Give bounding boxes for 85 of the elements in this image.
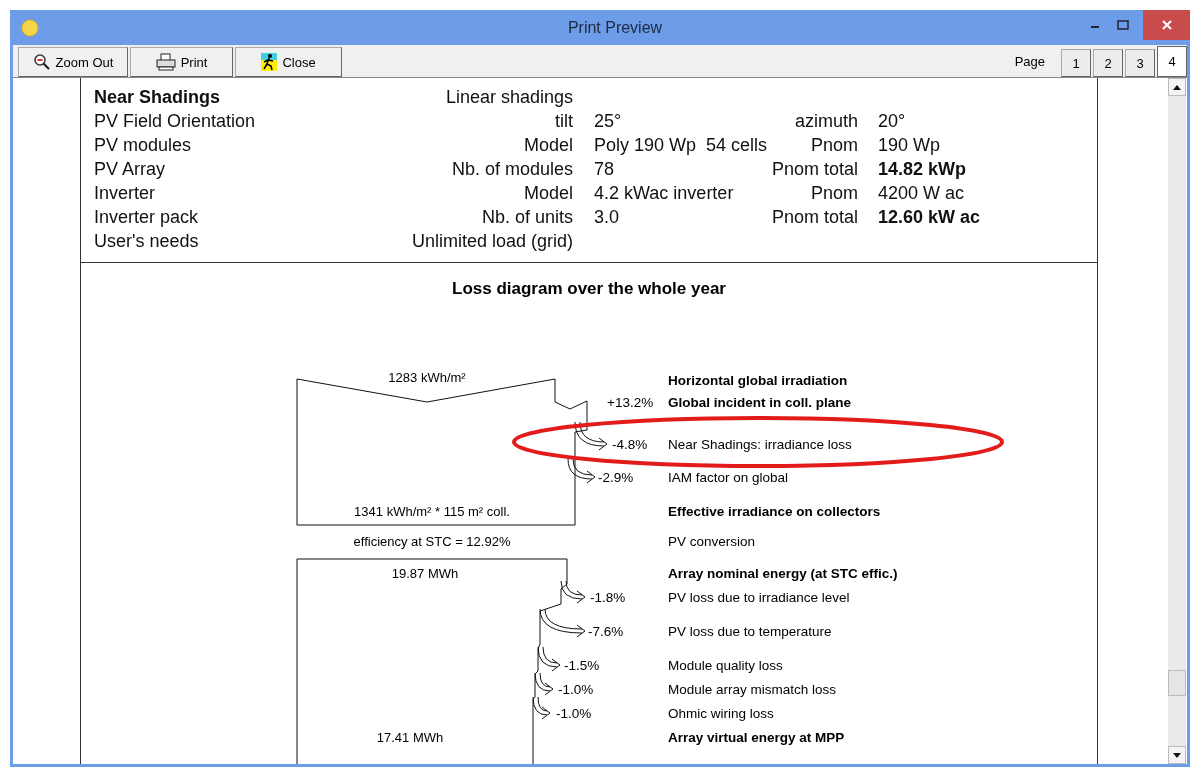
percent-value: -2.9% xyxy=(598,470,634,485)
field-value: 3.0 xyxy=(593,206,621,229)
page-tab[interactable]: 4 xyxy=(1157,46,1187,77)
field-value: 25° xyxy=(593,110,623,133)
flow-value: 1341 kWh/m² * 115 m² coll. xyxy=(354,504,510,519)
field-value: Unlimited load (grid) xyxy=(410,230,573,253)
percent-value: -1.0% xyxy=(556,706,592,721)
flow-value: 17.41 MWh xyxy=(376,730,444,745)
field-value: Poly 190 Wp 54 cells xyxy=(593,134,768,157)
percent-value: -1.8% xyxy=(590,590,626,605)
step-label: Global incident in coll. plane xyxy=(668,395,852,410)
step-label: Horizontal global irradiation xyxy=(668,373,848,388)
field-name: Pnom xyxy=(810,183,858,203)
step-label: Module quality loss xyxy=(668,658,783,673)
scroll-up-button[interactable] xyxy=(1168,78,1186,96)
percent-value: -1.5% xyxy=(564,658,600,673)
field-name: Pnom total xyxy=(771,207,858,227)
print-button[interactable]: Print xyxy=(130,47,233,77)
field-name: azimuth xyxy=(794,111,858,131)
step-label: Array virtual energy at MPP xyxy=(668,730,845,745)
down-arrow-icon xyxy=(1173,752,1181,758)
flow-value: efficiency at STC = 12.92% xyxy=(353,534,511,549)
percent-value: -1.0% xyxy=(558,682,594,697)
parameter-label: PV modules xyxy=(94,134,193,157)
field-value: 20° xyxy=(878,111,906,131)
close-button[interactable] xyxy=(1143,10,1190,40)
parameter-label: PV Field Orientation xyxy=(94,110,257,133)
diagram-title: Loss diagram over the whole year xyxy=(451,279,727,299)
scroll-down-button[interactable] xyxy=(1168,746,1186,764)
parameter-label: PV Array xyxy=(94,158,167,181)
field-value: 14.82 kWp xyxy=(878,159,967,179)
parameter-label: Inverter xyxy=(94,182,157,205)
close-icon xyxy=(1160,19,1173,31)
parameter-label: Near Shadings xyxy=(94,86,222,109)
percent-value: -4.8% xyxy=(612,437,648,452)
page-tab[interactable]: 3 xyxy=(1125,49,1155,77)
loss-arrow xyxy=(567,458,596,484)
step-label: PV loss due to irradiance level xyxy=(668,590,850,605)
percent-value: -7.6% xyxy=(588,624,624,639)
step-label: Effective irradiance on collectors xyxy=(668,504,881,519)
loss-arrow xyxy=(560,580,586,604)
parameter-label: User's needs xyxy=(94,230,200,253)
page-tab[interactable]: 2 xyxy=(1093,49,1123,77)
field-value: 4.2 kWac inverter xyxy=(593,182,735,205)
field-value: Linear shadings xyxy=(444,86,573,109)
flow-value: 1283 kWh/m² xyxy=(388,370,466,385)
field-value: 190 Wp xyxy=(878,135,941,155)
vertical-scrollbar[interactable] xyxy=(1168,78,1186,764)
page-label: Page xyxy=(1014,53,1045,69)
up-arrow-icon xyxy=(1173,84,1181,90)
field-value: 12.60 kW ac xyxy=(878,207,981,227)
field-name: Model xyxy=(523,135,573,155)
zoom-out-icon xyxy=(32,53,51,71)
window-title: Print Preview xyxy=(567,18,663,37)
step-label: PV conversion xyxy=(668,534,756,549)
field-name: Nb. of units xyxy=(481,207,573,227)
parameter-label: Inverter pack xyxy=(94,206,200,229)
zoom-out-button[interactable]: Zoom Out xyxy=(18,47,128,77)
field-name: Model xyxy=(523,183,573,203)
loss-arrow xyxy=(534,672,554,696)
loss-arrow xyxy=(537,646,561,672)
field-value: 78 xyxy=(593,158,616,181)
maximize-icon xyxy=(1117,20,1129,30)
close-preview-button[interactable]: Close xyxy=(235,47,342,77)
field-name: Pnom total xyxy=(771,159,858,179)
percent-value: +13.2% xyxy=(607,395,654,410)
field-name: Pnom xyxy=(810,135,858,155)
step-label: PV loss due to temperature xyxy=(668,624,832,639)
step-label: Module array mismatch loss xyxy=(668,682,837,697)
app-icon xyxy=(21,18,39,37)
step-label: IAM factor on global xyxy=(668,470,789,485)
flow-value: 19.87 MWh xyxy=(391,566,459,581)
loss-arrow xyxy=(574,421,608,451)
loss-arrow xyxy=(539,608,586,638)
step-label: Near Shadings: irradiance loss xyxy=(668,437,852,452)
field-name: Nb. of modules xyxy=(451,159,573,179)
loss-arrow xyxy=(532,696,551,720)
field-value: 4200 W ac xyxy=(878,183,965,203)
field-name: tilt xyxy=(555,111,573,131)
scroll-thumb[interactable] xyxy=(1168,670,1186,696)
running-person-icon xyxy=(261,53,278,71)
page-tab[interactable]: 1 xyxy=(1061,49,1091,77)
step-label: Ohmic wiring loss xyxy=(668,706,774,721)
printer-icon xyxy=(155,53,176,71)
step-label: Array nominal energy (at STC effic.) xyxy=(668,566,898,581)
